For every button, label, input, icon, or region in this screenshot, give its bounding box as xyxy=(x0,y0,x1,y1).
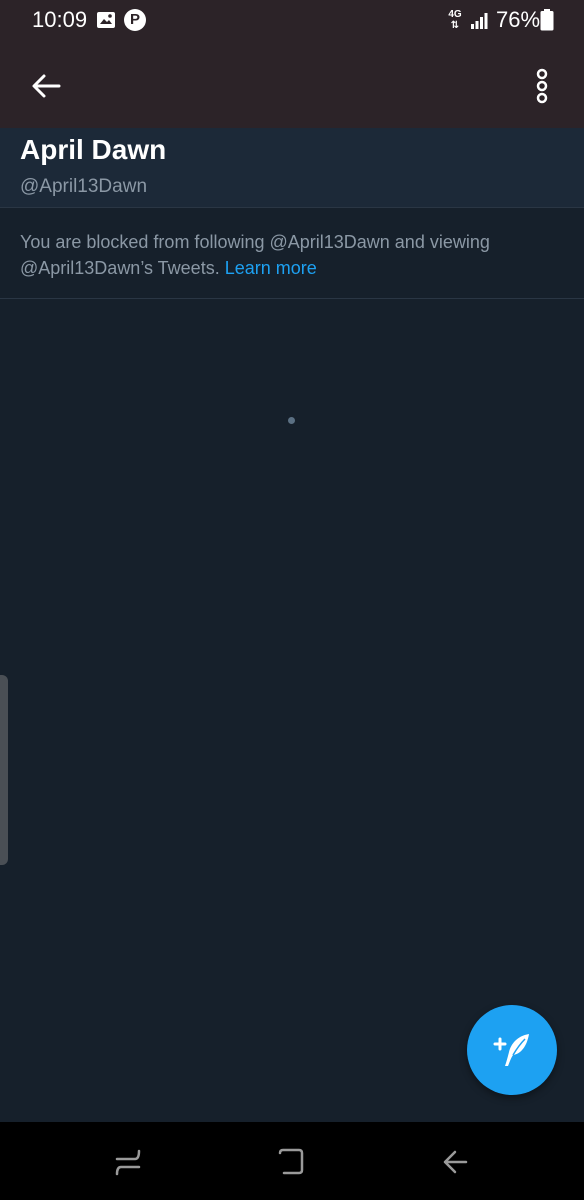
home-button[interactable] xyxy=(269,1140,313,1184)
profile-header: April Dawn @April13Dawn xyxy=(0,128,584,208)
compose-tweet-button[interactable] xyxy=(467,1005,557,1095)
navigation-bar xyxy=(0,1122,584,1200)
home-icon xyxy=(278,1148,304,1175)
compose-tweet-icon xyxy=(493,1034,529,1066)
recent-apps-button[interactable] xyxy=(106,1140,150,1184)
more-options-button[interactable] xyxy=(520,60,564,112)
loading-indicator xyxy=(288,417,295,424)
screen: 10:09 P 4G ⇅ 76% April Dawn @April13Dawn… xyxy=(0,0,584,1200)
battery-icon xyxy=(540,9,554,31)
battery-percent: 76% xyxy=(496,7,541,32)
gallery-icon xyxy=(97,12,115,28)
app-bar xyxy=(0,44,584,128)
arrow-left-icon xyxy=(32,74,61,98)
profile-handle: @April13Dawn xyxy=(20,176,148,197)
learn-more-link[interactable]: Learn more xyxy=(225,258,317,278)
profile-name: April Dawn xyxy=(20,134,167,165)
status-time: 10:09 xyxy=(32,7,88,32)
recent-apps-icon xyxy=(115,1149,141,1176)
blocked-notice: You are blocked from following @April13D… xyxy=(0,209,584,299)
back-button[interactable] xyxy=(22,64,70,108)
back-nav-icon xyxy=(443,1150,468,1174)
edge-panel-handle[interactable] xyxy=(0,675,8,865)
back-nav-button[interactable] xyxy=(432,1140,476,1184)
status-bar: 10:09 P 4G ⇅ 76% xyxy=(0,0,584,44)
p-app-icon: P xyxy=(124,9,146,31)
more-vertical-icon xyxy=(536,68,548,104)
signal-icon xyxy=(471,13,488,29)
network-type: 4G ⇅ xyxy=(448,9,462,31)
